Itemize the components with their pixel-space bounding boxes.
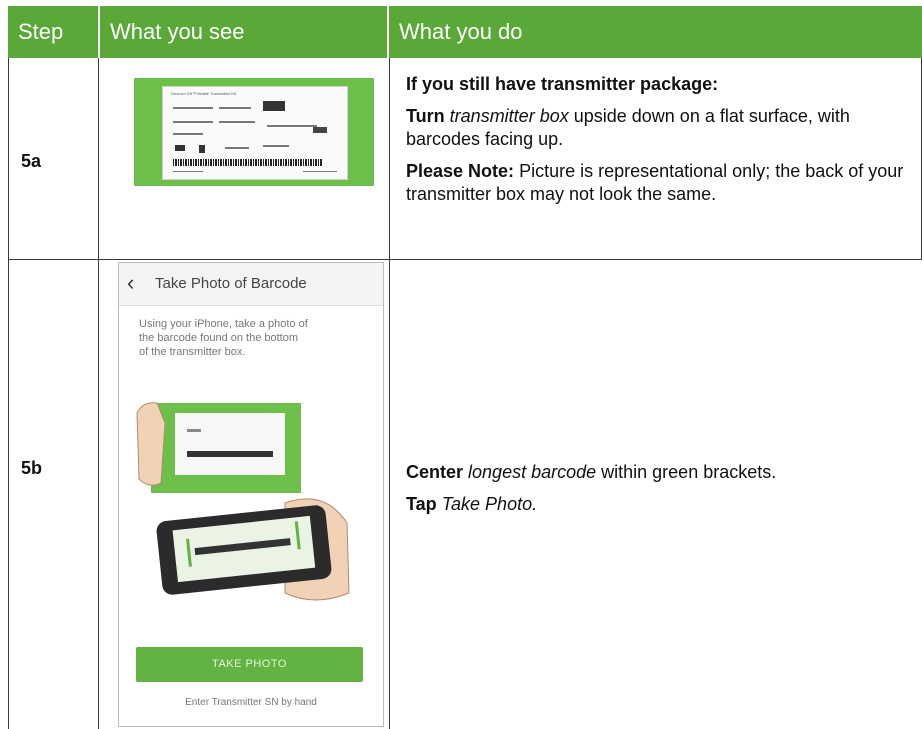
hands-phone-illustration (136, 402, 350, 601)
grid-line (389, 58, 390, 729)
instructions-table: Step What you see What you do 5a Dexcom … (8, 6, 922, 729)
step-number: 5b (21, 458, 43, 478)
grid-line (8, 58, 9, 729)
enter-sn-link[interactable]: Enter Transmitter SN by hand (119, 697, 383, 708)
row-divider (8, 259, 922, 260)
header-step: Step (8, 6, 98, 58)
take-photo-button[interactable]: TAKE PHOTO (136, 647, 363, 682)
header-what-you-see: What you see (100, 6, 387, 58)
instruction-center: Center longest barcode within green brac… (406, 462, 777, 482)
phone-screen-title: Take Photo of Barcode (155, 275, 307, 292)
header-see-label: What you see (110, 19, 245, 44)
header-what-you-do: What you do (389, 6, 922, 58)
back-chevron-icon: ‹ (127, 270, 135, 295)
transmitter-box-image: Dexcom G5™ Mobile Transmitter Kit (134, 78, 374, 186)
header-step-label: Step (18, 19, 64, 44)
instruction-turn: Turn transmitter box upside down on a fl… (406, 106, 850, 149)
phone-screen-image: ‹ Take Photo of Barcode Using your iPhon… (118, 262, 384, 727)
barcode-label: Dexcom G5™ Mobile Transmitter Kit (162, 86, 348, 180)
row-5b-instructions: Center longest barcode within green brac… (406, 461, 920, 525)
phone-nav-bar: ‹ Take Photo of Barcode (119, 263, 383, 306)
row-5a-instructions: If you still have transmitter package: T… (406, 73, 920, 215)
phone-instructions: Using your iPhone, take a photo of the b… (139, 318, 308, 358)
instruction-note: Please Note: Picture is representational… (406, 161, 904, 204)
instruction-tap: Tap Take Photo. (406, 494, 538, 514)
barcode (173, 159, 323, 166)
grid-line (98, 58, 99, 729)
step-number: 5a (21, 151, 42, 171)
instruction-heading: If you still have transmitter package: (406, 74, 719, 94)
label-title: Dexcom G5™ Mobile Transmitter Kit (171, 91, 236, 96)
header-do-label: What you do (399, 19, 523, 44)
